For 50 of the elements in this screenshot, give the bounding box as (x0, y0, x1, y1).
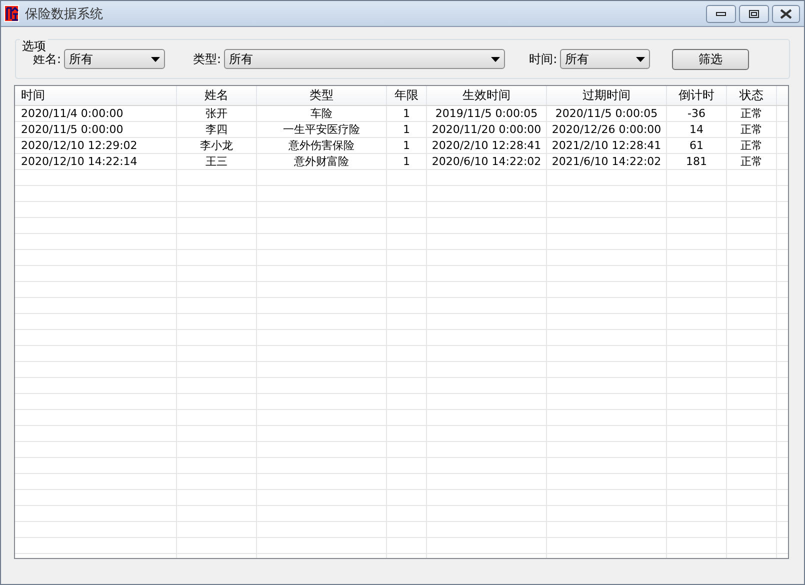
column-header[interactable]: 倒计时 (667, 86, 727, 105)
table-cell: 2020/12/10 12:29:02 (15, 138, 177, 154)
table-cell: 1 (387, 138, 427, 154)
table-cell: 2020/11/4 0:00:00 (15, 106, 177, 122)
filter-button[interactable]: 筛选 (672, 48, 750, 70)
table-cell: 车险 (257, 106, 387, 122)
table-cell: 2020/11/20 0:00:00 (427, 122, 547, 138)
column-header[interactable]: 生效时间 (427, 86, 547, 105)
table-cell: -36 (667, 106, 727, 122)
table-cell: 意外伤害保险 (257, 138, 387, 154)
close-button[interactable] (772, 4, 800, 22)
column-header[interactable]: 类型 (257, 86, 387, 105)
table-cell: 1 (387, 106, 427, 122)
filter-label: 类型: (193, 50, 222, 68)
column-header[interactable]: 过期时间 (547, 86, 667, 105)
maximize-button[interactable] (739, 4, 769, 22)
column-header[interactable]: 时间 (15, 86, 177, 105)
table-cell: 2020/2/10 12:28:41 (427, 138, 547, 154)
close-icon (780, 8, 792, 18)
table-cell: 2020/11/5 0:00:00 (15, 122, 177, 138)
table-cell: 正常 (727, 122, 777, 138)
table-cell: 14 (667, 122, 727, 138)
table-cell: 2020/12/26 0:00:00 (547, 122, 667, 138)
dropdown-arrow-icon (491, 56, 500, 62)
table-cell: 一生平安医疗险 (257, 122, 387, 138)
filter-dropdown[interactable]: 所有 (560, 49, 650, 69)
filter-dropdown[interactable]: 所有 (224, 49, 506, 69)
app-logo-icon (4, 5, 19, 22)
table-cell: 李小龙 (177, 138, 257, 154)
table-cell: 2019/11/5 0:00:05 (427, 106, 547, 122)
group-label: 选项 (20, 38, 48, 55)
table-cell: 正常 (727, 106, 777, 122)
dropdown-arrow-icon (636, 56, 646, 62)
table-cell: 李四 (177, 122, 257, 138)
table-cell: 张开 (177, 106, 257, 122)
column-header[interactable]: 年限 (387, 86, 427, 105)
filter-label: 时间: (529, 50, 558, 68)
maximize-icon (749, 10, 759, 18)
filter-dropdown[interactable]: 所有 (64, 49, 166, 69)
column-header[interactable]: 姓名 (177, 86, 257, 105)
dropdown-arrow-icon (151, 56, 160, 62)
table-cell: 1 (387, 122, 427, 138)
table-cell: 2020/11/5 0:00:05 (547, 106, 667, 122)
table-cell: 2021/2/10 12:28:41 (547, 138, 667, 154)
table-cell: 正常 (727, 138, 777, 154)
minimize-icon (716, 10, 726, 16)
table-cell: 61 (667, 138, 727, 154)
minimize-button[interactable] (706, 4, 736, 22)
column-header[interactable]: 状态 (727, 86, 777, 105)
window-title: 保险数据系统 (25, 6, 104, 22)
